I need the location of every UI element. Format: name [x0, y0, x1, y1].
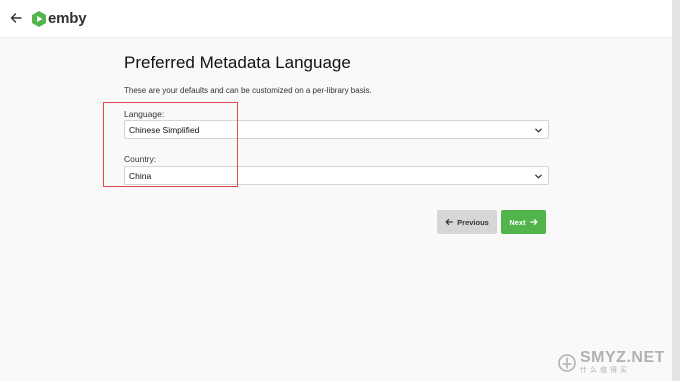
logo-text: emby: [48, 10, 87, 27]
next-button[interactable]: Next: [501, 210, 546, 234]
previous-button[interactable]: Previous: [437, 210, 497, 234]
back-arrow-icon[interactable]: [9, 11, 23, 25]
emby-logo[interactable]: emby: [32, 10, 87, 27]
previous-button-label: Previous: [457, 217, 489, 227]
watermark-subtext: 什么值得买: [580, 367, 630, 374]
arrow-right-icon: [529, 219, 538, 225]
chevron-down-icon: [535, 128, 542, 133]
watermark-logo-icon: [558, 353, 576, 372]
emby-logo-icon: [32, 10, 46, 27]
arrow-left-icon: [445, 219, 453, 225]
page-description: These are your defaults and can be custo…: [124, 86, 372, 95]
app-header: emby: [0, 0, 672, 38]
watermark: SMYZ.NET 什么值得买: [558, 350, 665, 375]
page-title: Preferred Metadata Language: [124, 53, 351, 72]
chevron-down-icon: [535, 174, 542, 179]
page-scrollbar[interactable]: [672, 0, 680, 381]
next-button-label: Next: [509, 217, 526, 227]
highlight-box: [103, 102, 238, 187]
watermark-text: SMYZ.NET: [580, 349, 665, 366]
